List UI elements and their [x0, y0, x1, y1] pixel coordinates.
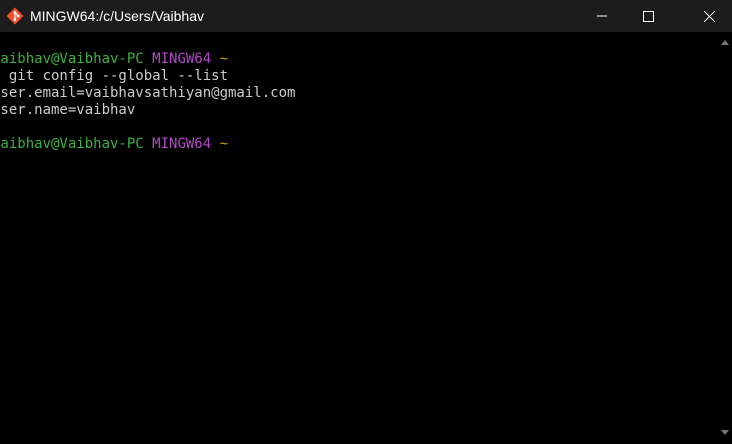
close-button[interactable]: [686, 0, 732, 32]
command-line: $ git config --global --list: [0, 68, 229, 84]
output-line-email: user.email=vaibhavsathiyan@gmail.com: [0, 85, 296, 101]
close-icon: [703, 10, 715, 22]
scroll-down-icon[interactable]: [721, 430, 729, 435]
prompt-path: ~: [219, 136, 229, 152]
output-line-name: user.name=vaibhav: [0, 102, 136, 118]
prompt-user-host: Vaibhav@Vaibhav-PC: [0, 51, 144, 67]
git-bash-icon: [6, 7, 24, 25]
terminal-output[interactable]: Vaibhav@Vaibhav-PC MINGW64 ~ $ git confi…: [0, 32, 717, 444]
window-title: MINGW64:/c/Users/Vaibhav: [30, 8, 205, 24]
scroll-up-icon[interactable]: [721, 40, 729, 45]
terminal-window: MINGW64:/c/Users/Vaibhav Vaibhav@Vaibhav…: [0, 0, 732, 444]
title-bar[interactable]: MINGW64:/c/Users/Vaibhav: [0, 0, 732, 32]
prompt-line: Vaibhav@Vaibhav-PC MINGW64 ~: [0, 136, 228, 153]
maximize-button[interactable]: [625, 0, 671, 32]
maximize-icon: [642, 10, 654, 22]
vertical-scrollbar[interactable]: [717, 32, 732, 444]
minimize-icon: [597, 15, 607, 17]
prompt-line: Vaibhav@Vaibhav-PC MINGW64 ~: [0, 51, 228, 68]
prompt-env: MINGW64: [152, 136, 212, 152]
prompt-path: ~: [219, 51, 229, 67]
prompt-env: MINGW64: [152, 51, 212, 67]
minimize-button[interactable]: [579, 0, 625, 32]
prompt-user-host: Vaibhav@Vaibhav-PC: [0, 136, 144, 152]
